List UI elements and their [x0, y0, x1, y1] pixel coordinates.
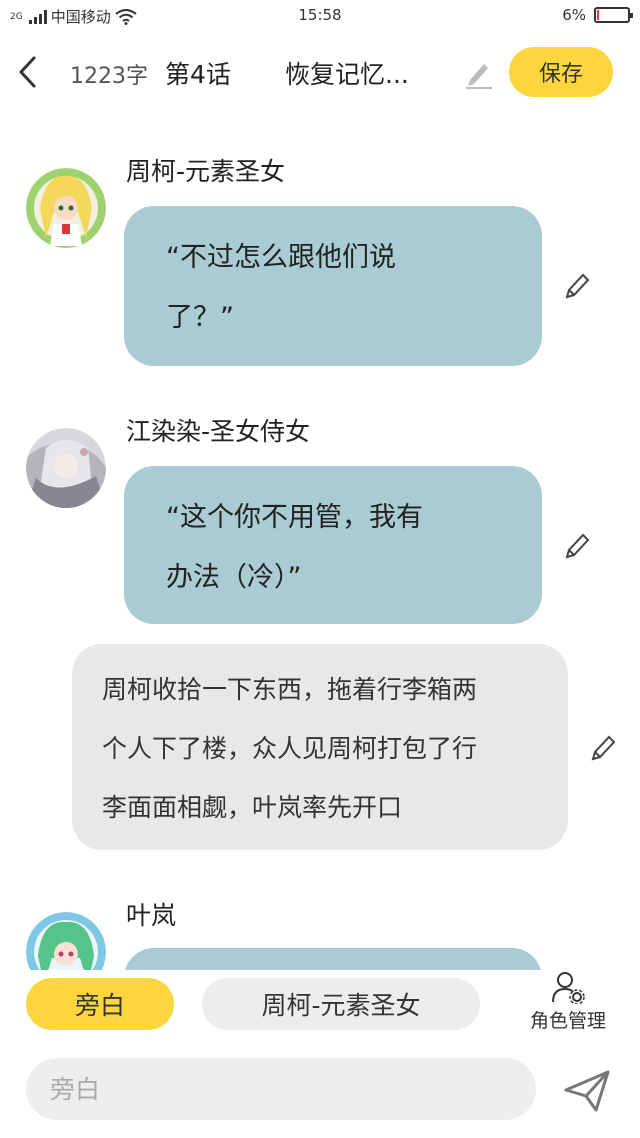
save-button[interactable]: 保存: [509, 47, 613, 97]
dialogue-bubble[interactable]: “不过怎么跟他们说 了？”: [124, 206, 542, 366]
narration-line: 李面面相觑，叶岚率先开口: [102, 793, 403, 822]
role-management-label: 角色管理: [529, 1010, 606, 1032]
character-avatar-image: [26, 428, 106, 508]
send-icon: [564, 1070, 610, 1112]
edit-title-button[interactable]: [462, 56, 496, 90]
battery-percent: 6%: [562, 6, 586, 24]
message-list[interactable]: 周柯-元素圣女 “不过怎么跟他们说 了？” 江染染-圣女侍女 “这个你不用管，我…: [0, 120, 640, 970]
battery-icon: [594, 7, 633, 23]
avatar[interactable]: [26, 168, 106, 248]
narration-line: 周柯收拾一下东西，拖着行李箱两: [102, 675, 478, 704]
status-bar: 2G 中国移动 15:58 6%: [0, 0, 640, 32]
pencil-icon: [591, 735, 616, 761]
narration-bubble[interactable]: 周柯收拾一下东西，拖着行李箱两 个人下了楼，众人见周柯打包了行 李面面相觑，叶岚…: [72, 644, 568, 850]
dialogue-line: 办法（冷）”: [166, 562, 302, 593]
user-gear-icon: [552, 972, 585, 1004]
chapter-number: 第4话: [165, 60, 231, 89]
dialogue-line: 了？”: [166, 302, 234, 333]
edit-message-button[interactable]: [564, 530, 594, 560]
edit-message-button[interactable]: [564, 270, 594, 300]
pencil-icon: [565, 533, 590, 559]
word-count: 1223字: [70, 64, 148, 89]
chapter-title[interactable]: 恢复记忆...: [285, 55, 409, 91]
character-avatar-image: [26, 168, 106, 248]
character-avatar-image: [26, 912, 106, 970]
character-name: 叶岚: [126, 901, 177, 930]
role-management-button[interactable]: 角色管理: [518, 970, 618, 1040]
composer-area: 旁白 周柯-元素圣女 角色管理: [0, 970, 640, 1138]
dialogue-line: “这个你不用管，我有: [166, 502, 423, 533]
avatar[interactable]: [26, 912, 106, 970]
narration-mode-button[interactable]: 旁白: [26, 978, 174, 1030]
dialogue-bubble[interactable]: “这个你不用管，我有 办法（冷）”: [124, 466, 542, 624]
status-time: 15:58: [298, 6, 342, 24]
dialogue-bubble[interactable]: [124, 948, 542, 970]
send-button[interactable]: [562, 1066, 612, 1116]
editor-header: 1223字 第4话 恢复记忆... 保存: [0, 40, 640, 104]
avatar[interactable]: [26, 428, 106, 508]
narration-line: 个人下了楼，众人见周柯打包了行: [102, 734, 478, 763]
character-name: 周柯-元素圣女: [126, 157, 286, 186]
edit-message-button[interactable]: [590, 732, 620, 762]
character-select-button[interactable]: 周柯-元素圣女: [202, 978, 480, 1030]
pencil-icon: [466, 64, 492, 89]
pencil-icon: [565, 273, 590, 299]
battery-level-fill: [597, 10, 599, 20]
back-button[interactable]: [12, 54, 42, 90]
dialogue-line: “不过怎么跟他们说: [166, 242, 396, 273]
chevron-left-icon: [19, 56, 36, 88]
chapter-editor-screen: 2G 中国移动 15:58 6% 1223字 第4话 恢复记忆... 保存 周柯…: [0, 0, 640, 1138]
character-name: 江染染-圣女侍女: [126, 417, 311, 446]
status-right: 6%: [562, 6, 633, 24]
message-input[interactable]: [26, 1058, 536, 1120]
